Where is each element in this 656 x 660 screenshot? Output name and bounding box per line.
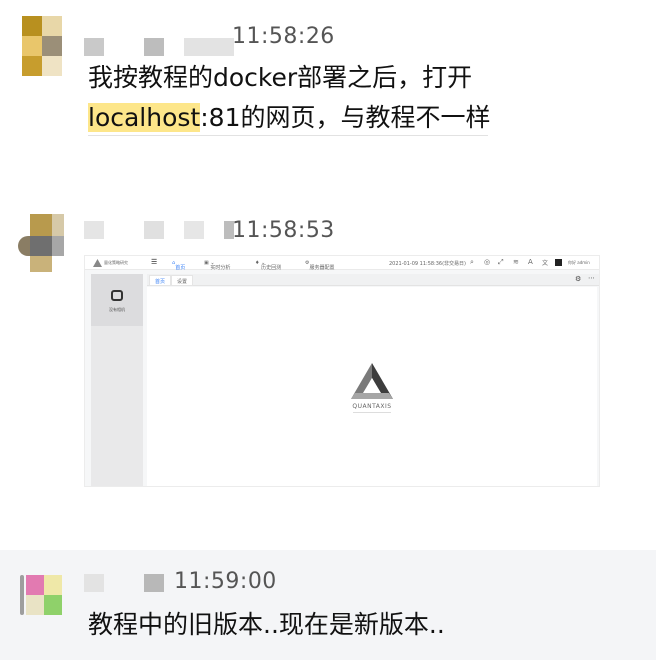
avatar[interactable] bbox=[18, 214, 64, 274]
highlighted-keyword: localhost bbox=[88, 103, 201, 132]
logo-text: QUANTAXIS bbox=[352, 403, 392, 410]
datetime-readout: 2021-01-09 11:58:36(非交易日) bbox=[389, 261, 467, 267]
nav-server[interactable]: ⚙ 服务器配置 bbox=[305, 260, 335, 271]
message-line: localhost:81的网页，与教程不一样 bbox=[88, 98, 490, 138]
text-underline bbox=[88, 135, 488, 136]
sidebar: 没有相机 bbox=[91, 274, 143, 486]
message-timestamp: 11:59:00 bbox=[174, 569, 277, 594]
nav-home-label: 首页 bbox=[175, 265, 186, 271]
message-text: 我按教程的docker部署之后，打开 localhost:81的网页，与教程不一… bbox=[88, 58, 490, 138]
sidebar-camera-label: 没有相机 bbox=[109, 307, 125, 312]
main-content: QUANTAXIS bbox=[147, 287, 597, 486]
nav-backtest-label: 历史回测 bbox=[261, 265, 282, 271]
message-line-rest: :81的网页，与教程不一样 bbox=[200, 103, 491, 132]
nav-realtime-label: 实时分析 bbox=[210, 265, 231, 271]
app-topbar: 量化策略研究 ☰ ⌂ 首页 ▣ 实时分析 ⌄ ♦ 历史回测 ⌄ ⚙ 服务器配置 … bbox=[85, 256, 599, 271]
tab-bar: 首页 设置 ⚙ ⋯ bbox=[147, 274, 599, 286]
message-timestamp: 11:58:53 bbox=[232, 218, 335, 243]
sender-name-redacted bbox=[84, 570, 174, 594]
logo-icon bbox=[93, 259, 102, 267]
logo-underline bbox=[353, 412, 391, 413]
quantaxis-logo-icon bbox=[351, 363, 393, 399]
more-icon[interactable]: ⋯ bbox=[588, 274, 595, 282]
user-greeting[interactable]: 你好 admin bbox=[568, 260, 590, 266]
nav-server-label: 服务器配置 bbox=[309, 265, 335, 271]
screenshot-image[interactable]: 量化策略研究 ☰ ⌂ 首页 ▣ 实时分析 ⌄ ♦ 历史回测 ⌄ ⚙ 服务器配置 … bbox=[84, 255, 600, 487]
sender-name-redacted bbox=[84, 34, 244, 58]
camera-icon bbox=[111, 290, 123, 301]
translate-icon[interactable]: 文 bbox=[542, 258, 548, 267]
nav-backtest[interactable]: ♦ 历史回测 ⌄ bbox=[255, 260, 281, 271]
font-icon[interactable]: A bbox=[528, 258, 533, 266]
chat-message-3: 11:59:00 教程中的旧版本..现在是新版本.. bbox=[0, 555, 656, 660]
menu-icon[interactable]: ☰ bbox=[151, 258, 157, 266]
wifi-icon[interactable]: ≋ bbox=[513, 258, 519, 266]
chat-message-1: 11:58:26 我按教程的docker部署之后，打开 localhost:81… bbox=[0, 0, 656, 150]
expand-icon[interactable]: ⤢ bbox=[498, 258, 504, 267]
message-text: 教程中的旧版本..现在是新版本.. bbox=[88, 610, 445, 639]
gear-icon[interactable]: ⚙ bbox=[575, 275, 581, 283]
nav-home[interactable]: ⌂ 首页 bbox=[172, 260, 185, 271]
sender-name-redacted bbox=[84, 217, 244, 241]
sidebar-camera-card[interactable]: 没有相机 bbox=[91, 274, 143, 326]
avatar[interactable] bbox=[20, 575, 64, 635]
circle-icon[interactable]: ◎ bbox=[484, 258, 490, 266]
tab-home[interactable]: 首页 bbox=[149, 275, 172, 286]
dark-square-icon[interactable] bbox=[555, 259, 562, 266]
message-timestamp: 11:58:26 bbox=[232, 24, 335, 49]
tab-settings[interactable]: 设置 bbox=[171, 275, 194, 286]
avatar[interactable] bbox=[22, 16, 66, 76]
search-icon[interactable]: ⌕ bbox=[470, 258, 474, 267]
brand-name: 量化策略研究 bbox=[104, 260, 128, 265]
nav-realtime[interactable]: ▣ 实时分析 ⌄ bbox=[204, 260, 230, 271]
message-line: 我按教程的docker部署之后，打开 bbox=[88, 63, 473, 92]
